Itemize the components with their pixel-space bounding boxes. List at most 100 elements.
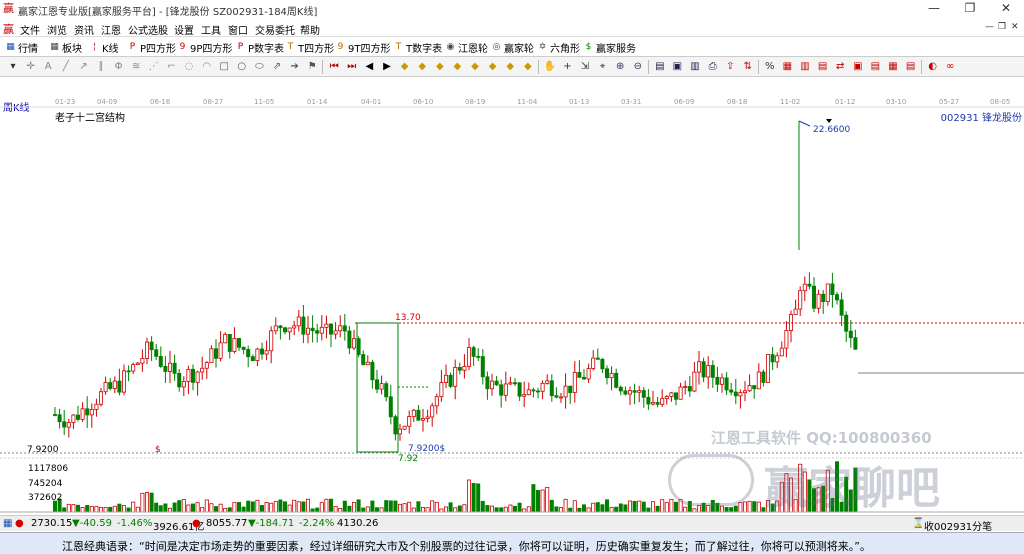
volume-bar [632, 500, 637, 513]
volume-bar [457, 505, 462, 513]
volume-bar [319, 502, 324, 513]
volume-bar [282, 501, 287, 513]
volume-bar [80, 507, 85, 513]
candle-body [807, 283, 812, 287]
candle-body [236, 338, 241, 348]
volume-bar [255, 499, 260, 513]
candle-body [361, 354, 366, 366]
volume-bar [177, 500, 182, 513]
volume-bar [568, 507, 573, 513]
sh-index-value: 2730.15 [31, 518, 73, 529]
candle-body [623, 390, 628, 395]
candle-body [347, 330, 352, 349]
candle-body [660, 398, 665, 405]
candle-body [835, 294, 840, 301]
volume-bar [62, 507, 67, 513]
candle-body [549, 380, 554, 397]
candle-body [250, 356, 255, 362]
candle-body [812, 285, 817, 309]
candle-body [508, 382, 513, 385]
candle-body [126, 370, 131, 373]
candle-body [122, 370, 127, 393]
volume-bar [420, 506, 425, 513]
volume-bar [365, 506, 370, 513]
candle-body [177, 372, 182, 388]
candle-body [342, 325, 347, 332]
candle-body [784, 330, 789, 349]
volume-bar [508, 504, 513, 513]
candle-body [480, 356, 485, 378]
volume-bar [144, 491, 149, 513]
candle-body [766, 354, 771, 383]
candle-body [195, 371, 200, 383]
candle-body [282, 327, 287, 333]
candle-body [830, 283, 835, 296]
candle-body [434, 396, 439, 407]
candle-body [536, 390, 541, 393]
volume-bar [149, 492, 154, 513]
volume-bar [628, 500, 633, 513]
candle-body [273, 325, 278, 332]
volume-bar [140, 492, 145, 513]
volume-bar [402, 503, 407, 513]
candle-body [223, 334, 228, 344]
candle-body [315, 330, 320, 334]
volume-bar [232, 502, 237, 513]
candle-body [853, 337, 858, 350]
volume-bar [227, 507, 232, 513]
quote-bar: 江恩经典语录：“时间是决定市场走势的重要因素，经过详细研究大市及个别股票的过往记… [0, 532, 1024, 554]
volume-bar [163, 503, 168, 513]
candle-body [140, 358, 145, 364]
volume-bar [356, 499, 361, 513]
volume-bar [296, 501, 301, 513]
high-pointer [798, 120, 811, 127]
volume-bar [618, 503, 623, 513]
volume-bar [273, 501, 278, 513]
volume-bar [434, 501, 439, 513]
candle-body [577, 372, 582, 378]
volume-bar [195, 502, 200, 513]
volume-bar [513, 505, 518, 513]
volume-bar [443, 506, 448, 513]
candle-body [448, 374, 453, 387]
candle-body [770, 354, 775, 363]
candle-body [172, 362, 177, 374]
volume-bar [278, 499, 283, 513]
candle-body [181, 381, 186, 388]
sz-amount: 4130.26 [337, 518, 379, 529]
candle-body [724, 377, 729, 391]
candle-body [692, 371, 697, 392]
volume-bar [595, 502, 600, 513]
volume-bar [641, 501, 646, 513]
volume-bar [305, 498, 310, 513]
volume-bar [374, 507, 379, 513]
tick-detail[interactable]: 收002931分笔 [924, 518, 992, 533]
candle-body [609, 372, 614, 379]
candle-body [591, 357, 596, 369]
volume-bar [545, 487, 550, 513]
candle-body [66, 422, 71, 428]
price-axis-label: 7.9200 [27, 445, 59, 455]
candle-body [715, 376, 720, 385]
gann-quote: 江恩经典语录：“时间是决定市场走势的重要因素，经过详细研究大市及个别股票的过往记… [62, 540, 871, 553]
candle-body [365, 361, 370, 366]
candle-body [167, 362, 172, 372]
candle-body [628, 390, 633, 395]
candle-body [637, 390, 642, 393]
candle-body [218, 342, 223, 359]
volume-bar [347, 505, 352, 513]
volume-bar [494, 507, 499, 513]
volume-bar [448, 502, 453, 513]
candle-body [710, 365, 715, 378]
volume-bar [462, 504, 467, 513]
candle-body [701, 361, 706, 378]
volume-bar [71, 504, 76, 513]
volume-bar [250, 501, 255, 513]
candle-body [333, 330, 338, 335]
candle-body [135, 362, 140, 365]
candle-body [246, 349, 251, 358]
candle-body [144, 341, 149, 359]
candle-body [687, 386, 692, 392]
candle-body [802, 283, 807, 292]
volume-bar [471, 483, 476, 513]
